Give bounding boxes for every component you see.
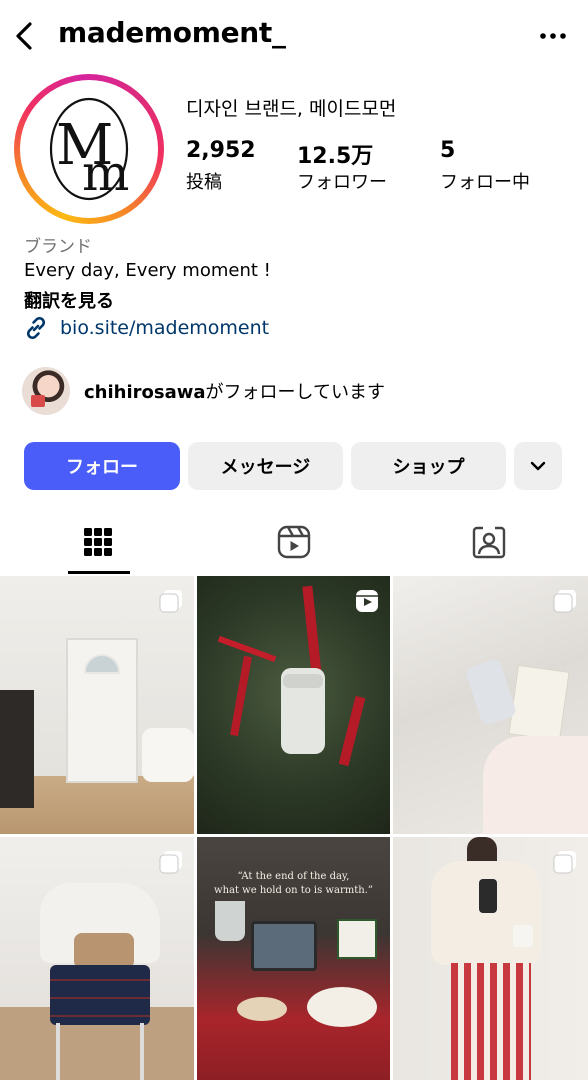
profile-header: mademoment_ — [0, 0, 588, 74]
carousel-icon — [553, 590, 576, 613]
chevron-left-icon — [16, 22, 32, 50]
tagged-icon — [472, 526, 506, 559]
follower-username: chihirosawa — [84, 382, 206, 403]
profile-display-name: 디자인 브랜드, 메이드모먼 — [186, 98, 397, 120]
followed-by-suffix: がフォローしています — [205, 382, 385, 403]
post-caption-line-1: “At the end of the day, — [237, 871, 350, 882]
posts-grid: “At the end of the day, what we hold on … — [0, 576, 588, 1080]
chevron-down-icon — [530, 461, 546, 471]
post-thumbnail[interactable] — [0, 576, 194, 834]
posts-count-value: 2,952 — [186, 138, 256, 163]
post-thumbnail[interactable] — [393, 837, 588, 1080]
profile-category: ブランド — [24, 237, 92, 257]
post-thumbnail[interactable] — [393, 576, 588, 834]
follow-button[interactable]: フォロー — [24, 442, 180, 490]
post-caption-line-2: what we hold on to is warmth.” — [214, 885, 373, 896]
carousel-icon — [159, 590, 182, 613]
following-count[interactable]: 5 フォロー中 — [440, 138, 530, 194]
tab-tagged[interactable] — [467, 520, 511, 564]
followed-by-row[interactable]: chihirosawaがフォローしています — [22, 366, 385, 416]
profile-link[interactable]: bio.site/mademoment — [22, 314, 269, 342]
shop-button[interactable]: ショップ — [351, 442, 506, 490]
profile-username: mademoment_ — [58, 16, 286, 49]
reels-icon — [277, 525, 311, 559]
profile-actions: フォロー メッセージ ショップ — [24, 442, 564, 490]
more-horizontal-icon — [540, 33, 566, 39]
follower-avatar — [22, 367, 70, 415]
more-options-button[interactable] — [538, 28, 568, 42]
see-translation-link[interactable]: 翻訳を見る — [24, 287, 114, 313]
followed-by-text: chihirosawaがフォローしています — [84, 378, 385, 404]
followers-count-label: フォロワー — [297, 172, 387, 193]
post-thumbnail[interactable] — [0, 837, 194, 1080]
suggested-accounts-button[interactable] — [514, 442, 562, 490]
reel-icon — [356, 590, 378, 612]
profile-avatar[interactable]: M m — [14, 74, 164, 224]
tab-reels[interactable] — [272, 520, 316, 564]
profile-tabs — [0, 508, 588, 576]
followers-count-value: 12.5万 — [297, 144, 374, 169]
profile-bio: Every day, Every moment ! — [24, 260, 271, 281]
svg-text:m: m — [82, 144, 129, 202]
profile-link-text: bio.site/mademoment — [60, 317, 270, 339]
carousel-icon — [553, 851, 576, 874]
post-thumbnail[interactable] — [197, 576, 390, 834]
following-count-value: 5 — [440, 138, 456, 163]
message-button[interactable]: メッセージ — [188, 442, 343, 490]
following-count-label: フォロー中 — [440, 172, 530, 193]
followers-count[interactable]: 12.5万 フォロワー — [297, 138, 387, 194]
link-icon — [26, 316, 46, 340]
brand-logo: M m — [49, 97, 129, 202]
posts-count-label: 投稿 — [186, 172, 222, 193]
tab-posts[interactable] — [76, 520, 120, 564]
grid-icon — [84, 528, 112, 556]
posts-count[interactable]: 2,952 投稿 — [186, 138, 256, 194]
active-tab-indicator — [68, 571, 130, 574]
back-button[interactable] — [10, 18, 40, 54]
post-thumbnail[interactable]: “At the end of the day, what we hold on … — [197, 837, 390, 1080]
carousel-icon — [159, 851, 182, 874]
